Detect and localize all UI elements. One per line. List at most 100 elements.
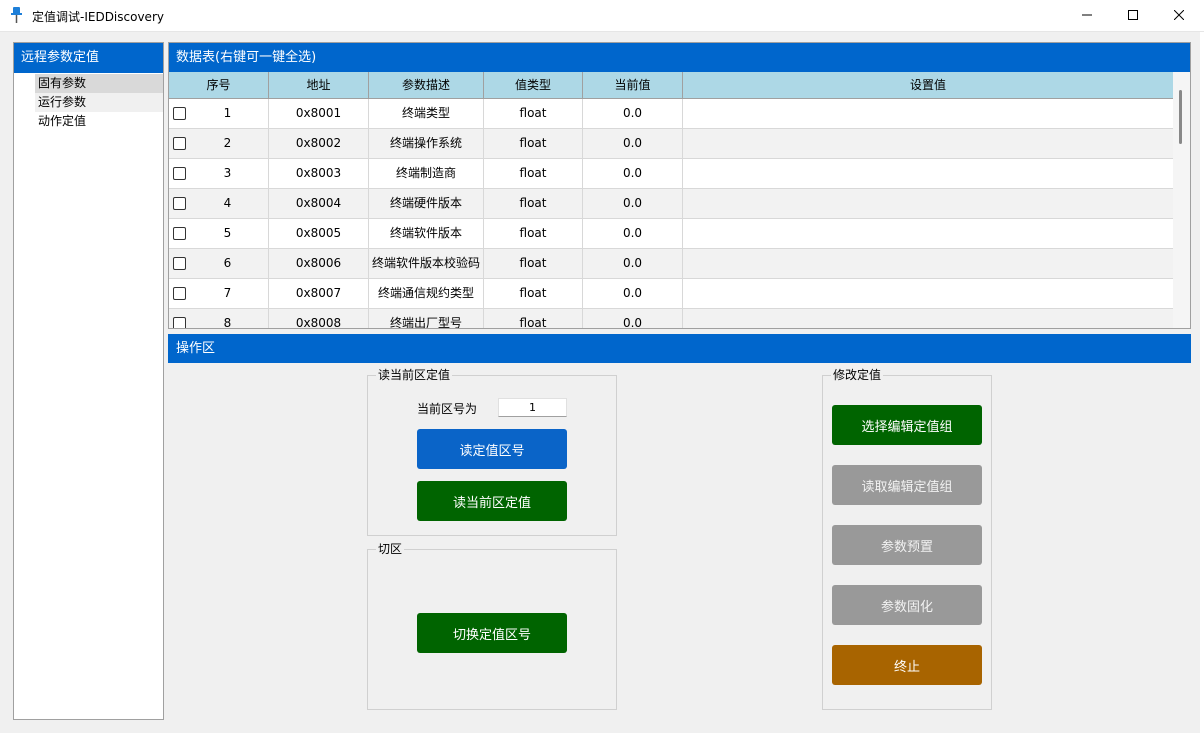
description-cell: 终端类型	[369, 99, 484, 129]
value-type-cell: float	[484, 309, 583, 328]
switch-zone-button[interactable]: 切换定值区号	[417, 613, 567, 653]
maximize-button[interactable]	[1110, 0, 1156, 32]
current-value-cell: 0.0	[583, 99, 683, 129]
minimize-icon	[1082, 9, 1092, 23]
seq-cell: 4	[169, 189, 269, 219]
value-type-cell: float	[484, 279, 583, 309]
minimize-button[interactable]	[1064, 0, 1110, 32]
value-type-cell: float	[484, 189, 583, 219]
param-solidify-button[interactable]: 参数固化	[832, 585, 982, 625]
setting-value-cell[interactable]	[683, 219, 1174, 249]
read-zone-button[interactable]: 读定值区号	[417, 429, 567, 469]
data-table-panel: 数据表(右键可一键全选) 序号 地址 参数描述 值类型 当前值 设置值 1 0x8…	[168, 42, 1191, 329]
address-cell: 0x8008	[269, 309, 369, 328]
table-row[interactable]: 1 0x8001 终端类型 float 0.0	[169, 99, 1174, 129]
setting-value-cell[interactable]	[683, 129, 1174, 159]
table-row[interactable]: 2 0x8002 终端操作系统 float 0.0	[169, 129, 1174, 159]
seq-value: 7	[223, 286, 232, 300]
tree-item-action-settings[interactable]: 动作定值	[35, 112, 163, 131]
table-row[interactable]: 8 0x8008 终端出厂型号 float 0.0	[169, 309, 1174, 329]
pushpin-icon	[9, 6, 25, 24]
maximize-icon	[1128, 9, 1138, 23]
tree-item-label: 动作定值	[38, 114, 87, 128]
tree-item-inherent-params[interactable]: 固有参数	[35, 74, 163, 93]
current-value-cell: 0.0	[583, 159, 683, 189]
address-cell: 0x8005	[269, 219, 369, 249]
description-cell: 终端软件版本	[369, 219, 484, 249]
column-header-address[interactable]: 地址	[269, 72, 369, 99]
seq-value: 5	[223, 226, 232, 240]
param-preset-button[interactable]: 参数预置	[832, 525, 982, 565]
seq-cell: 3	[169, 159, 269, 189]
seq-value: 1	[223, 106, 232, 120]
setting-value-cell[interactable]	[683, 249, 1174, 279]
table-row[interactable]: 6 0x8006 终端软件版本校验码 float 0.0	[169, 249, 1174, 279]
current-value-cell: 0.0	[583, 279, 683, 309]
read-current-values-button[interactable]: 读当前区定值	[417, 481, 567, 521]
table-row[interactable]: 7 0x8007 终端通信规约类型 float 0.0	[169, 279, 1174, 309]
description-cell: 终端硬件版本	[369, 189, 484, 219]
table-row[interactable]: 5 0x8005 终端软件版本 float 0.0	[169, 219, 1174, 249]
value-type-cell: float	[484, 129, 583, 159]
value-type-cell: float	[484, 159, 583, 189]
tree-item-label: 固有参数	[38, 76, 87, 90]
close-button[interactable]	[1156, 0, 1202, 32]
table-row[interactable]: 3 0x8003 终端制造商 float 0.0	[169, 159, 1174, 189]
setting-value-cell[interactable]	[683, 309, 1174, 328]
column-header-current-value[interactable]: 当前值	[583, 72, 683, 99]
column-header-setting-value[interactable]: 设置值	[683, 72, 1174, 99]
tree-item-label: 运行参数	[38, 95, 87, 109]
seq-value: 3	[223, 166, 232, 180]
current-zone-input[interactable]: 1	[498, 398, 567, 417]
seq-value: 4	[223, 196, 232, 210]
current-value-cell: 0.0	[583, 219, 683, 249]
address-cell: 0x8001	[269, 99, 369, 129]
value-type-cell: float	[484, 249, 583, 279]
value-type-cell: float	[484, 219, 583, 249]
setting-value-cell[interactable]	[683, 99, 1174, 129]
operation-header: 操作区	[168, 334, 1191, 363]
close-icon	[1173, 9, 1185, 23]
table-row[interactable]: 4 0x8004 终端硬件版本 float 0.0	[169, 189, 1174, 219]
modify-settings-group: 修改定值 选择编辑定值组 读取编辑定值组 参数预置 参数固化 终止	[822, 367, 992, 710]
current-value-cell: 0.0	[583, 309, 683, 328]
seq-cell: 7	[169, 279, 269, 309]
data-table-header[interactable]: 数据表(右键可一键全选)	[169, 43, 1190, 72]
column-header-description[interactable]: 参数描述	[369, 72, 484, 99]
setting-value-cell[interactable]	[683, 279, 1174, 309]
title-bar: 定值调试-IEDDiscovery	[0, 0, 1204, 32]
description-cell: 终端操作系统	[369, 129, 484, 159]
param-tree-header: 远程参数定值	[14, 43, 163, 73]
switch-zone-legend: 切区	[376, 541, 405, 557]
seq-cell: 1	[169, 99, 269, 129]
read-edit-group-button[interactable]: 读取编辑定值组	[832, 465, 982, 505]
abort-button[interactable]: 终止	[832, 645, 982, 685]
current-value-cell: 0.0	[583, 249, 683, 279]
read-zone-legend: 读当前区定值	[376, 367, 453, 383]
setting-value-cell[interactable]	[683, 189, 1174, 219]
column-header-value-type[interactable]: 值类型	[484, 72, 583, 99]
scrollbar-thumb[interactable]	[1179, 90, 1182, 144]
param-tree-panel: 远程参数定值 固有参数 运行参数 动作定值	[13, 42, 164, 720]
tree-item-running-params[interactable]: 运行参数	[35, 93, 163, 112]
grid-body: 1 0x8001 终端类型 float 0.0 2 0x8002 终端操作系统 float 0.0…	[169, 99, 1174, 329]
description-cell: 终端软件版本校验码	[369, 249, 484, 279]
data-grid[interactable]: 序号 地址 参数描述 值类型 当前值 设置值 1 0x8001 终端类型 float 0…	[169, 72, 1174, 329]
value-type-cell: float	[484, 99, 583, 129]
switch-zone-group: 切区 切换定值区号	[367, 541, 617, 710]
vertical-scrollbar[interactable]	[1173, 72, 1190, 328]
seq-value: 6	[223, 256, 232, 270]
current-value-cell: 0.0	[583, 189, 683, 219]
address-cell: 0x8006	[269, 249, 369, 279]
grid-header-row: 序号 地址 参数描述 值类型 当前值 设置值	[169, 72, 1174, 99]
address-cell: 0x8002	[269, 129, 369, 159]
seq-cell: 6	[169, 249, 269, 279]
setting-value-cell[interactable]	[683, 159, 1174, 189]
seq-value: 2	[223, 136, 232, 150]
read-zone-group: 读当前区定值 当前区号为 1 读定值区号 读当前区定值	[367, 367, 617, 536]
select-edit-group-button[interactable]: 选择编辑定值组	[832, 405, 982, 445]
seq-value: 8	[223, 316, 232, 329]
column-header-seq[interactable]: 序号	[169, 72, 269, 99]
current-zone-label: 当前区号为	[417, 402, 478, 416]
address-cell: 0x8004	[269, 189, 369, 219]
